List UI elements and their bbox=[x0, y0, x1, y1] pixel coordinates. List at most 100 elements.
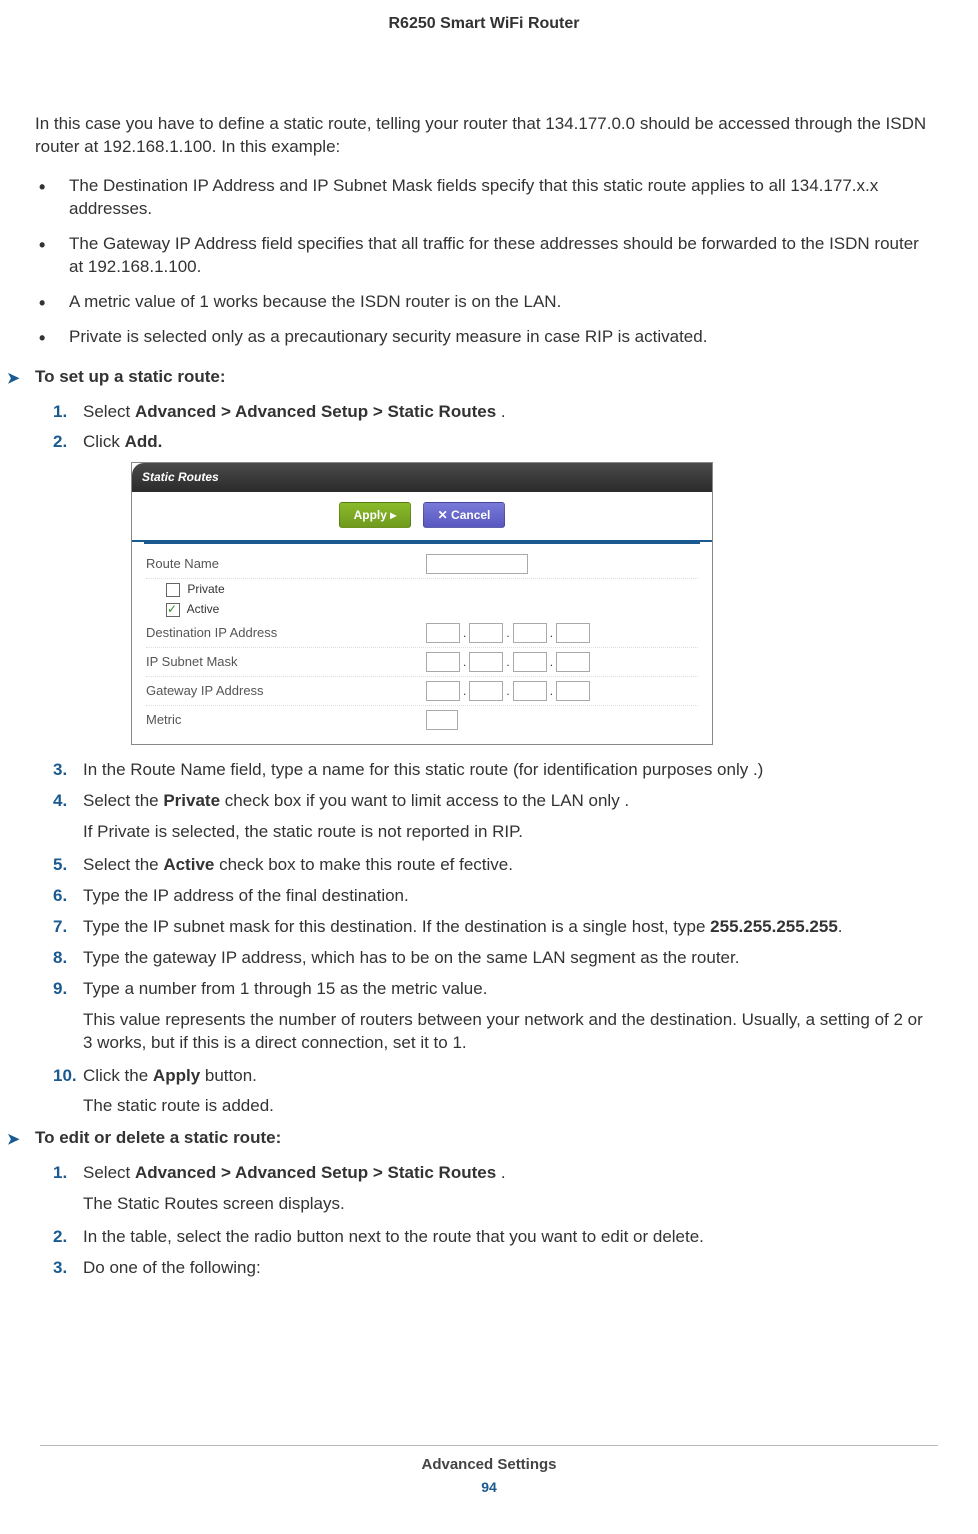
screenshot-button-row: Apply ▸ ✕ Cancel bbox=[132, 492, 712, 542]
step-text: Select the bbox=[83, 791, 163, 810]
step-4: 4. Select the Private check box if you w… bbox=[53, 790, 933, 844]
step-bold: Private bbox=[163, 791, 220, 810]
step-text: Type the IP subnet mask for this destina… bbox=[83, 917, 710, 936]
step-text: Do one of the following: bbox=[83, 1258, 261, 1277]
subnet-row: IP Subnet Mask . . . bbox=[146, 648, 698, 677]
step-text: check box if you want to limit access to… bbox=[220, 791, 629, 810]
task-heading-setup: ➤ To set up a static route: bbox=[35, 367, 933, 387]
metric-row: Metric bbox=[146, 706, 698, 734]
task-arrow-icon: ➤ bbox=[7, 1130, 20, 1148]
cancel-button[interactable]: ✕ Cancel bbox=[423, 502, 506, 528]
step-bold: 255.255.255.255 bbox=[710, 917, 838, 936]
step-text: Select the bbox=[83, 855, 163, 874]
ip-octet-input[interactable] bbox=[513, 681, 547, 701]
ip-octet-input[interactable] bbox=[426, 681, 460, 701]
dest-ip-label: Destination IP Address bbox=[146, 624, 426, 642]
step-number: 8. bbox=[53, 947, 67, 970]
step-text: check box to make this route ef fective. bbox=[214, 855, 513, 874]
step-text: In the Route Name field, type a name for… bbox=[83, 760, 763, 779]
step-text: button. bbox=[200, 1066, 257, 1085]
private-label: Private bbox=[187, 582, 224, 596]
ip-octet-input[interactable] bbox=[469, 652, 503, 672]
page-header-title: R6250 Smart WiFi Router bbox=[35, 15, 933, 33]
ip-octet-input[interactable] bbox=[469, 623, 503, 643]
intro-paragraph: In this case you have to define a static… bbox=[35, 113, 933, 159]
step-number: 9. bbox=[53, 978, 67, 1001]
bullet-item: A metric value of 1 works because the IS… bbox=[35, 291, 933, 314]
step-sub-note: This value represents the number of rout… bbox=[83, 1009, 933, 1055]
step-text: . bbox=[496, 1163, 505, 1182]
step-6: 6. Type the IP address of the final dest… bbox=[53, 885, 933, 908]
private-checkbox[interactable] bbox=[166, 583, 180, 597]
gateway-row: Gateway IP Address . . . bbox=[146, 677, 698, 706]
ip-octet-input[interactable] bbox=[426, 623, 460, 643]
step-sub-note: The static route is added. bbox=[83, 1095, 933, 1118]
static-routes-screenshot: Static Routes Apply ▸ ✕ Cancel Route Nam… bbox=[131, 462, 713, 745]
ip-octet-input[interactable] bbox=[513, 623, 547, 643]
step-text: Click bbox=[83, 432, 125, 451]
route-name-row: Route Name bbox=[146, 550, 698, 579]
step-text: Type the IP address of the final destina… bbox=[83, 886, 409, 905]
step-number: 7. bbox=[53, 916, 67, 939]
step-1: 1. Select Advanced > Advanced Setup > St… bbox=[53, 401, 933, 424]
step-number: 5. bbox=[53, 854, 67, 877]
ip-octet-input[interactable] bbox=[469, 681, 503, 701]
gateway-label: Gateway IP Address bbox=[146, 682, 426, 700]
step-number: 3. bbox=[53, 759, 67, 782]
metric-input[interactable] bbox=[426, 710, 458, 730]
step-number: 1. bbox=[53, 1162, 67, 1185]
footer-section-label: Advanced Settings bbox=[40, 1456, 938, 1473]
step-10: 10. Click the Apply button. The static r… bbox=[53, 1065, 933, 1119]
step-text: . bbox=[496, 402, 505, 421]
route-name-input[interactable] bbox=[426, 554, 528, 574]
edit-step-1: 1. Select Advanced > Advanced Setup > St… bbox=[53, 1162, 933, 1216]
ip-octet-input[interactable] bbox=[426, 652, 460, 672]
active-row: Active bbox=[146, 599, 698, 619]
step-bold: Add. bbox=[125, 432, 163, 451]
step-text: Select bbox=[83, 1163, 135, 1182]
route-name-label: Route Name bbox=[146, 555, 426, 573]
subnet-label: IP Subnet Mask bbox=[146, 653, 426, 671]
step-number: 2. bbox=[53, 431, 67, 454]
task-title: To set up a static route: bbox=[35, 367, 226, 386]
ip-octet-input[interactable] bbox=[556, 623, 590, 643]
task-heading-edit-delete: ➤ To edit or delete a static route: bbox=[35, 1128, 933, 1148]
step-text: Click the bbox=[83, 1066, 153, 1085]
step-text: In the table, select the radio button ne… bbox=[83, 1227, 704, 1246]
step-9: 9. Type a number from 1 through 15 as th… bbox=[53, 978, 933, 1055]
active-label: Active bbox=[187, 602, 220, 616]
bullet-item: The Gateway IP Address field specifies t… bbox=[35, 233, 933, 279]
bullet-item: The Destination IP Address and IP Subnet… bbox=[35, 175, 933, 221]
step-number: 2. bbox=[53, 1226, 67, 1249]
edit-step-3: 3. Do one of the following: bbox=[53, 1257, 933, 1280]
active-checkbox[interactable] bbox=[166, 603, 180, 617]
task-arrow-icon: ➤ bbox=[7, 369, 20, 387]
step-text: Type a number from 1 through 15 as the m… bbox=[83, 979, 487, 998]
step-2: 2. Click Add. Static Routes Apply ▸ ✕ Ca… bbox=[53, 431, 933, 745]
step-3: 3. In the Route Name field, type a name … bbox=[53, 759, 933, 782]
step-text: Select bbox=[83, 402, 135, 421]
private-row: Private bbox=[146, 579, 698, 599]
setup-steps-list: 1. Select Advanced > Advanced Setup > St… bbox=[53, 401, 933, 1119]
screenshot-title-bar: Static Routes bbox=[132, 463, 712, 491]
intro-bullet-list: The Destination IP Address and IP Subnet… bbox=[35, 175, 933, 349]
screenshot-form: Route Name Private Active Destination IP… bbox=[132, 542, 712, 744]
step-number: 6. bbox=[53, 885, 67, 908]
step-number: 3. bbox=[53, 1257, 67, 1280]
ip-octet-input[interactable] bbox=[556, 681, 590, 701]
metric-label: Metric bbox=[146, 711, 426, 729]
step-bold: Apply bbox=[153, 1066, 200, 1085]
step-bold: Active bbox=[163, 855, 214, 874]
step-5: 5. Select the Active check box to make t… bbox=[53, 854, 933, 877]
step-number: 1. bbox=[53, 401, 67, 424]
step-text: . bbox=[838, 917, 843, 936]
edit-step-2: 2. In the table, select the radio button… bbox=[53, 1226, 933, 1249]
step-text: Type the gateway IP address, which has t… bbox=[83, 948, 739, 967]
apply-button[interactable]: Apply ▸ bbox=[339, 502, 412, 528]
page-footer: Advanced Settings 94 bbox=[40, 1445, 938, 1495]
ip-octet-input[interactable] bbox=[556, 652, 590, 672]
step-sub-note: If Private is selected, the static route… bbox=[83, 821, 933, 844]
step-number: 10. bbox=[53, 1065, 77, 1088]
ip-octet-input[interactable] bbox=[513, 652, 547, 672]
step-sub-note: The Static Routes screen displays. bbox=[83, 1193, 933, 1216]
